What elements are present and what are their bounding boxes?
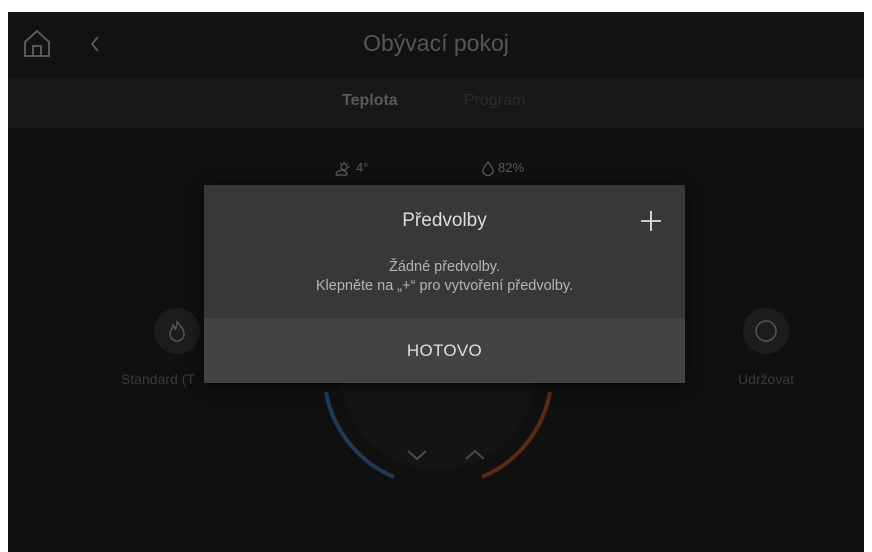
mode-udrzovat-label: Udržovat <box>738 371 795 387</box>
presets-dialog: Předvolby Žádné předvolby. Klepněte na „… <box>204 185 685 383</box>
empty-presets-message: Žádné předvolby. Klepněte na „+“ pro vyt… <box>204 258 685 296</box>
empty-presets-line1: Žádné předvolby. <box>389 259 500 275</box>
droplet-icon <box>482 161 494 177</box>
thermostat-screen: Obývací pokoj Teplota Program 4° 82% Sta… <box>8 12 864 552</box>
page-title: Obývací pokoj <box>363 30 509 56</box>
chevron-down-icon[interactable] <box>406 448 428 462</box>
outdoor-temperature: 4° <box>334 160 368 177</box>
outdoor-temperature-value: 4° <box>356 160 369 175</box>
tab-program[interactable]: Program <box>464 92 525 110</box>
empty-presets-line2: Klepněte na „+“ pro vytvoření předvolby. <box>315 278 574 294</box>
circle-icon <box>755 320 777 342</box>
header-bar: Obývací pokoj <box>8 12 864 78</box>
plus-icon[interactable] <box>639 209 663 233</box>
chevron-up-icon[interactable] <box>464 448 486 462</box>
mode-standard-button[interactable] <box>154 308 200 354</box>
outdoor-humidity: 82% <box>482 160 525 177</box>
outdoor-humidity-value: 82% <box>498 160 525 175</box>
mode-standard-label: Standard (T <box>121 371 195 387</box>
tab-teplota[interactable]: Teplota <box>342 92 398 110</box>
dialog-title: Předvolby <box>402 210 487 231</box>
mode-udrzovat-button[interactable] <box>743 308 789 354</box>
tab-bar: Teplota Program <box>8 78 864 128</box>
done-button[interactable]: HOTOVO <box>204 318 685 383</box>
flame-icon <box>169 320 185 342</box>
sun-cloud-icon <box>335 161 350 176</box>
